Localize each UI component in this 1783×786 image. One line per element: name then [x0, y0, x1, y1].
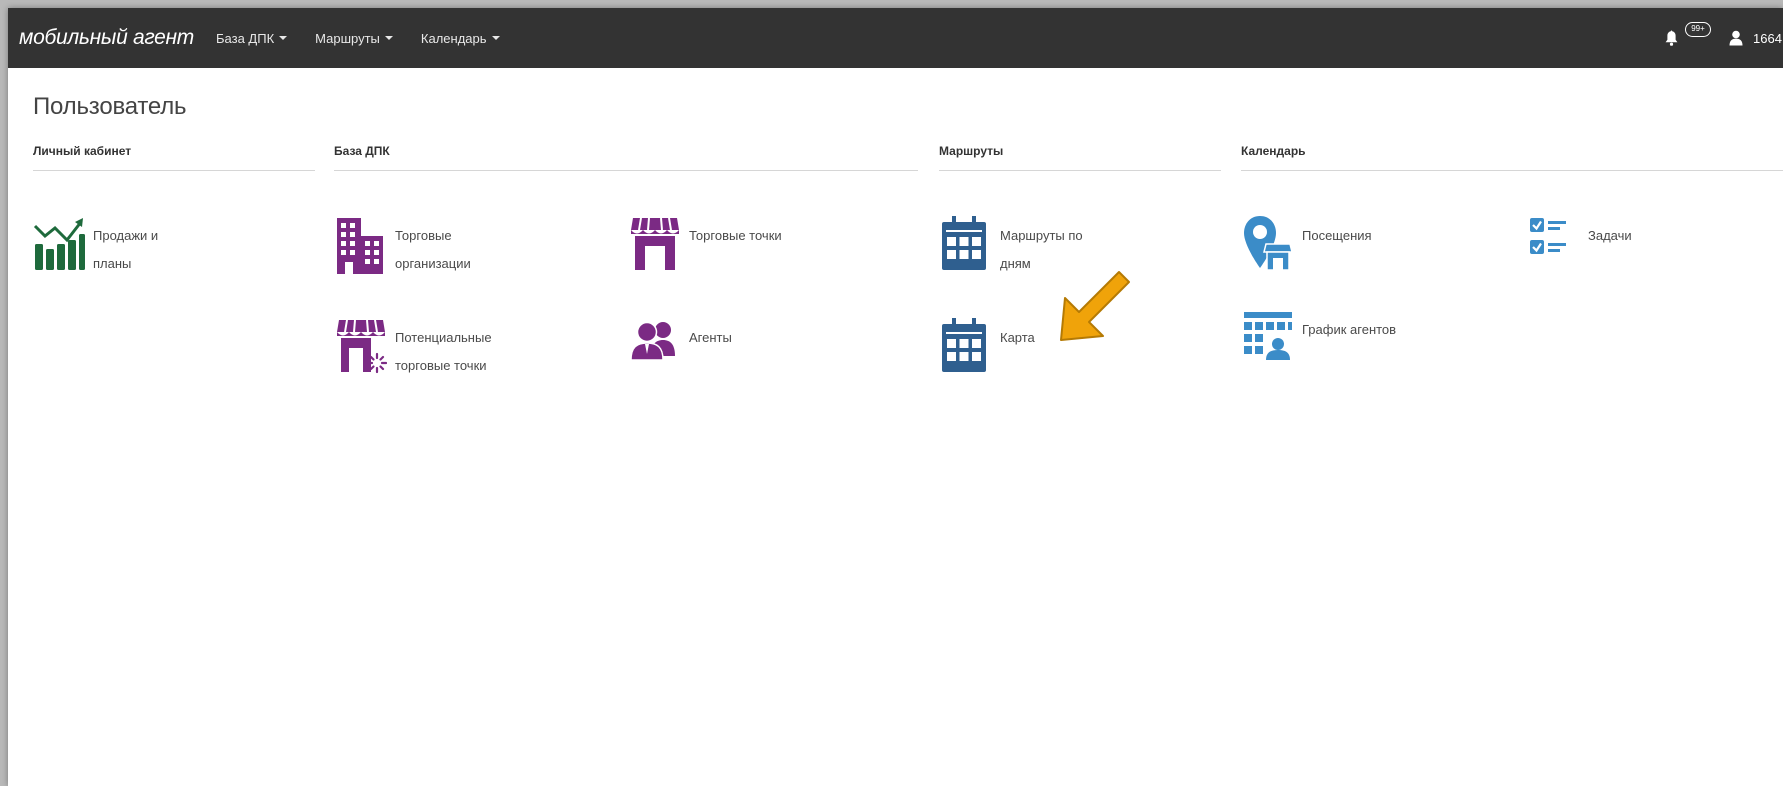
navbar-right: 99+ 1664 — [1665, 8, 1783, 68]
tile-label: Торговые точки — [689, 228, 782, 243]
page-title: Пользователь — [33, 93, 187, 120]
tile-label: Потенциальные торговые точки — [395, 330, 492, 373]
calendar-icon — [942, 318, 986, 372]
brand-logo[interactable]: мобильный агент — [19, 26, 194, 50]
tile-map[interactable]: Карта — [940, 316, 1035, 382]
top-navbar: мобильный агент База ДПК Маршруты Календ… — [8, 8, 1783, 68]
user-id[interactable]: 1664 — [1753, 31, 1783, 46]
tile-label: Торговые организации — [395, 228, 471, 271]
nav-menu-base-dpk[interactable]: База ДПК — [216, 30, 288, 46]
storefront-loading-icon — [337, 319, 387, 374]
tile-label: Задачи — [1588, 228, 1632, 243]
section-divider — [334, 170, 918, 171]
notification-count-badge: 99+ — [1685, 22, 1711, 37]
tile-visits[interactable]: Посещения — [1242, 214, 1372, 280]
notifications-button[interactable]: 99+ — [1665, 22, 1711, 47]
section-base-dpk: База ДПК — [334, 144, 390, 158]
tile-label: Продажи и планы — [93, 228, 159, 271]
caret-down-icon — [384, 36, 393, 40]
section-personal-cabinet: Личный кабинет — [33, 144, 132, 158]
chart-bars-icon — [33, 218, 85, 270]
section-divider — [33, 170, 315, 171]
section-divider — [939, 170, 1221, 171]
nav-menu-calendar[interactable]: Календарь — [421, 31, 500, 46]
user-icon[interactable] — [1729, 30, 1743, 46]
nav-menu-routes[interactable]: Маршруты — [315, 31, 393, 46]
tile-label: Карта — [1000, 330, 1035, 345]
calendar-icon — [942, 216, 986, 270]
nav-menu-label: Календарь — [420, 30, 487, 46]
tile-label: Агенты — [689, 330, 732, 345]
app-window: мобильный агент База ДПК Маршруты Календ… — [8, 8, 1783, 786]
checklist-icon — [1530, 218, 1566, 254]
map-pin-store-icon — [1244, 216, 1293, 271]
tile-agents[interactable]: Агенты — [629, 316, 732, 382]
tile-agent-schedule[interactable]: График агентов — [1242, 308, 1396, 374]
tile-trade-points[interactable]: Торговые точки — [629, 214, 782, 280]
caret-down-icon — [491, 36, 500, 40]
pointer-arrow-icon — [1060, 271, 1130, 341]
storefront-icon — [631, 217, 679, 270]
section-calendar: Календарь — [1241, 144, 1306, 158]
caret-down-icon — [279, 36, 288, 40]
tile-label: Посещения — [1302, 228, 1372, 243]
tile-label: График агентов — [1302, 322, 1397, 337]
bell-icon — [1665, 30, 1678, 46]
agents-icon — [630, 321, 675, 361]
section-routes: Маршруты — [939, 144, 1004, 158]
nav-menu-label: База ДПК — [216, 30, 275, 46]
building-icon — [337, 218, 383, 274]
tile-sales-and-plans[interactable]: Продажи и планы — [33, 214, 158, 280]
tile-trade-organizations[interactable]: Торговые организации — [335, 214, 471, 280]
tile-potential-trade-points[interactable]: Потенциальные торговые точки — [335, 316, 492, 382]
section-divider — [1241, 170, 1783, 171]
nav-menu-label: Маршруты — [315, 30, 380, 46]
schedule-agent-icon — [1244, 312, 1292, 360]
tile-tasks[interactable]: Задачи — [1528, 214, 1632, 280]
